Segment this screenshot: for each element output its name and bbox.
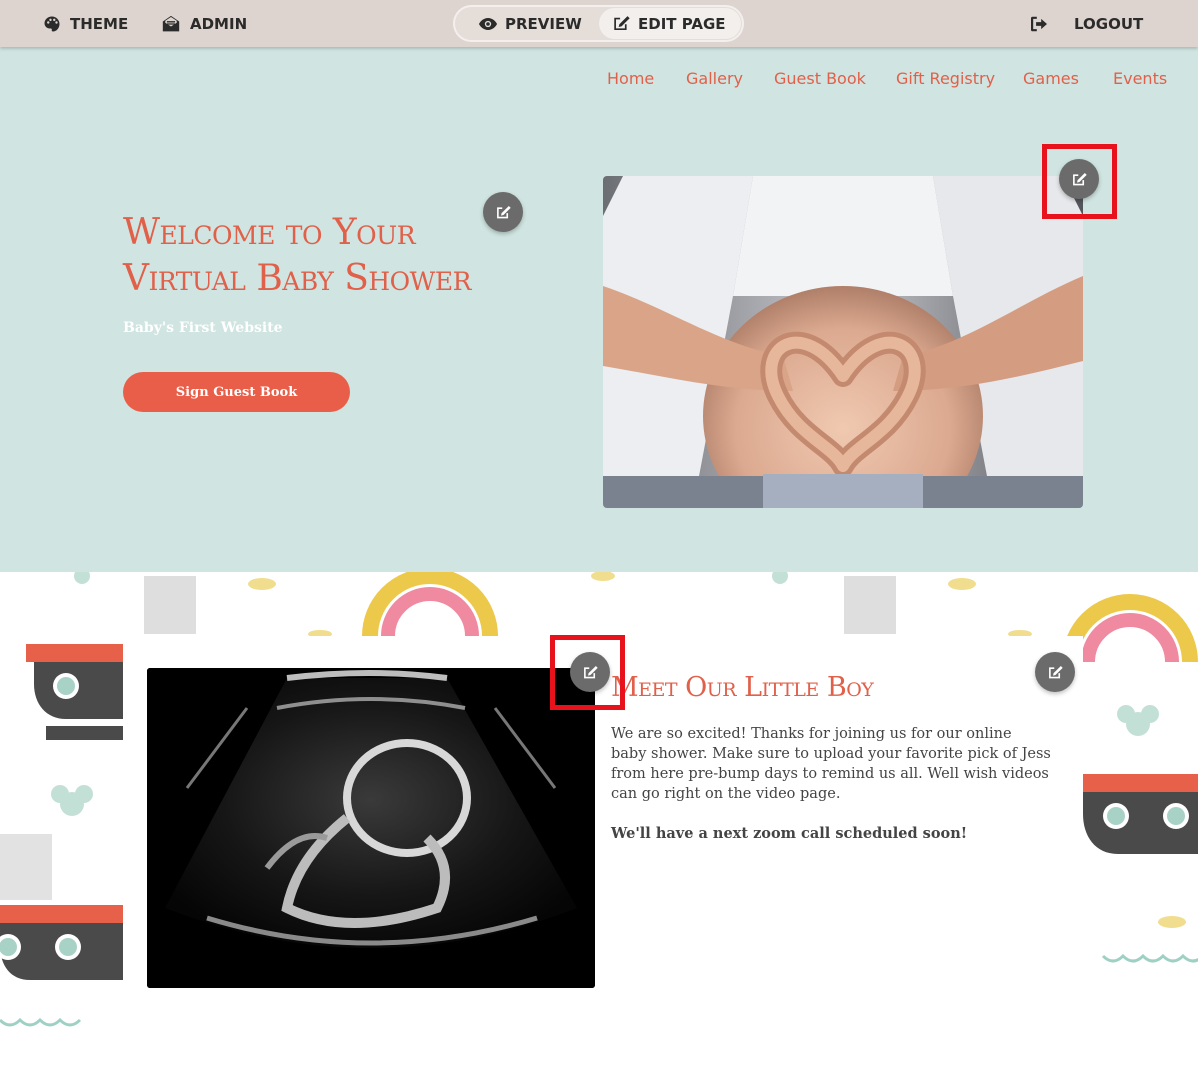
about-card: Meet Our Little Boy We are so excited! T… [123,635,1083,1068]
logout-button[interactable]: LOGOUT [1030,0,1143,47]
top-toolbar: THEME ADMIN PREVIEW EDIT PAGE LOGOUT [0,0,1198,47]
belly-heart-hands-image [603,176,1083,508]
edit-icon [614,16,630,31]
about-title: Meet Our Little Boy [611,672,874,703]
nav-item-home[interactable]: Home [607,69,654,88]
hero-photo [603,176,1083,508]
preview-button[interactable]: PREVIEW [465,8,605,39]
edit-page-label: EDIT PAGE [638,14,726,33]
nav-item-events[interactable]: Events [1113,69,1167,88]
edit-icon [496,205,511,218]
palette-icon [44,16,60,31]
edit-icon [1048,665,1063,678]
about-section: Meet Our Little Boy We are so excited! T… [0,572,1198,1068]
hero-subtitle: Baby's First Website [123,320,283,336]
nav-item-gallery[interactable]: Gallery [686,69,743,88]
edit-page-button[interactable]: EDIT PAGE [599,8,741,39]
nav-item-games[interactable]: Games [1023,69,1079,88]
edit-icon [1072,172,1087,185]
eye-icon [479,17,497,30]
edit-hero-image-button[interactable] [1059,159,1099,199]
theme-button[interactable]: THEME [43,0,128,47]
edit-hero-text-button[interactable] [483,192,523,232]
about-bold-line: We'll have a next zoom call scheduled so… [611,825,968,842]
about-text: We are so excited! Thanks for joining us… [611,724,1051,864]
hero-section: Home Gallery Guest Book Gift Registry Ga… [0,47,1198,572]
mode-toggle: PREVIEW EDIT PAGE [453,5,744,42]
hero-title: Welcome to Your Virtual Baby Shower [123,212,471,299]
edit-ultrasound-image-button[interactable] [570,652,610,692]
ultrasound-scan-image [147,668,595,988]
about-paragraph: We are so excited! Thanks for joining us… [611,726,1051,802]
edit-icon [583,665,598,678]
logout-label: LOGOUT [1074,14,1144,33]
sign-guest-book-button[interactable]: Sign Guest Book [123,372,350,412]
nav-item-guest-book[interactable]: Guest Book [774,69,866,88]
edit-about-text-button[interactable] [1035,652,1075,692]
ultrasound-image [147,668,595,988]
admin-label: ADMIN [190,14,248,33]
theme-label: THEME [70,14,129,33]
envelope-open-icon [162,15,180,31]
admin-button[interactable]: ADMIN [161,0,247,47]
preview-label: PREVIEW [505,14,582,33]
nav-item-gift-registry[interactable]: Gift Registry [896,69,995,88]
sign-out-icon [1031,16,1047,31]
